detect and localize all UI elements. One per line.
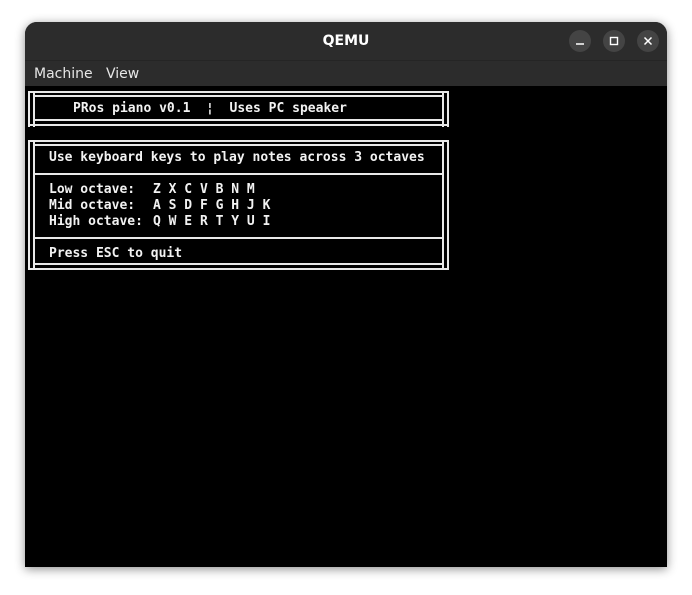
minimize-button[interactable] [569, 30, 591, 52]
info-box-separator-1 [33, 173, 444, 175]
close-icon [643, 36, 653, 46]
guest-display[interactable]: PRos piano v0.1 ¦ Uses PC speaker Use ke… [25, 86, 667, 567]
close-button[interactable] [637, 30, 659, 52]
title-bar[interactable]: QEMU [25, 22, 667, 60]
high-octave-keys: Q W E R T Y U I [153, 214, 271, 229]
mid-octave-label: Mid octave: [49, 198, 136, 213]
minimize-icon [576, 43, 584, 45]
header-box-top-border-inner [33, 95, 444, 97]
header-text: PRos piano v0.1 ¦ Uses PC speaker [73, 101, 347, 116]
low-octave-label: Low octave: [49, 182, 136, 197]
qemu-window: QEMU Machine View PRos piano v0.1 ¦ Uses… [25, 22, 667, 567]
maximize-icon [609, 36, 619, 46]
low-octave-keys: Z X C V B N M [153, 182, 255, 197]
info-box-top-border-inner [33, 144, 444, 146]
menu-bar: Machine View [25, 60, 667, 87]
header-box-bottom-border-inner [33, 119, 444, 121]
menu-view[interactable]: View [106, 61, 139, 87]
info-box-top-border [28, 140, 449, 142]
mid-octave-keys: A S D F G H J K [153, 198, 271, 213]
header-box-top-border [28, 91, 449, 93]
info-box-bottom-border [28, 268, 449, 270]
maximize-button[interactable] [603, 30, 625, 52]
info-box-separator-2 [33, 237, 444, 239]
info-box-bottom-border-inner [33, 263, 444, 265]
instruction-text: Use keyboard keys to play notes across 3… [49, 150, 425, 165]
header-box-bottom-border [28, 124, 449, 126]
high-octave-label: High octave: [49, 214, 143, 229]
menu-machine[interactable]: Machine [34, 61, 93, 87]
quit-hint-text: Press ESC to quit [49, 246, 183, 261]
